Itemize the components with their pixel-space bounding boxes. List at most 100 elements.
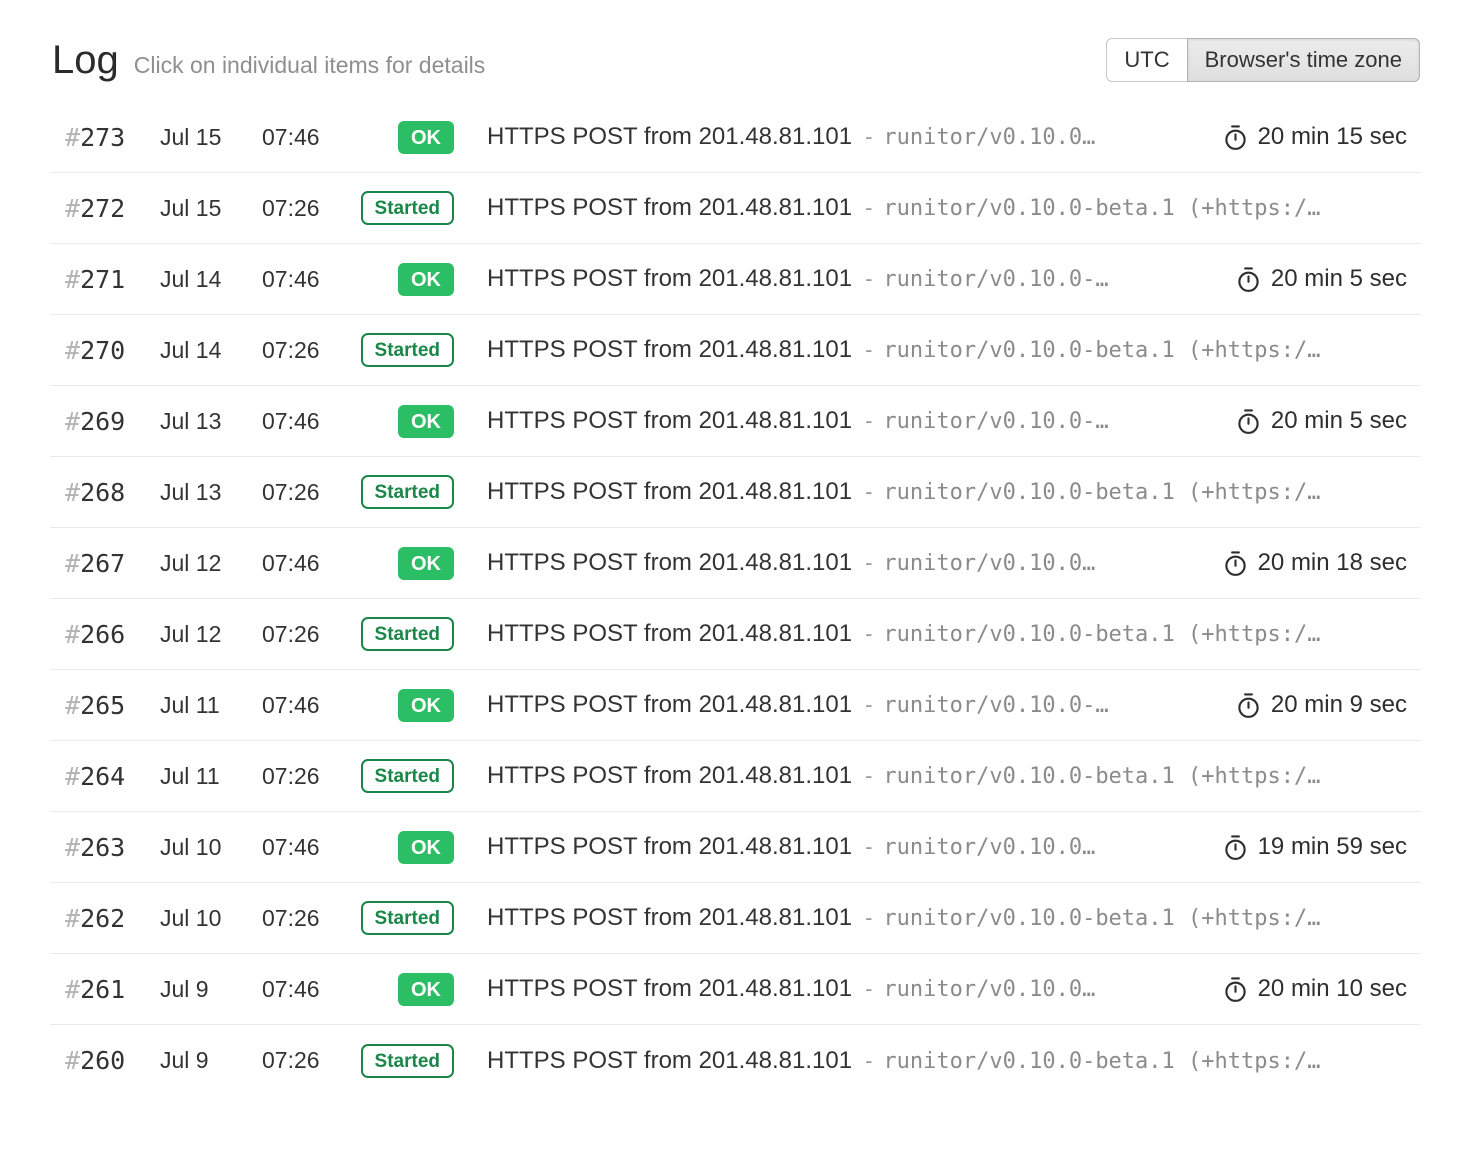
event-time: 07:46: [262, 692, 360, 719]
event-text: HTTPS POST from 201.48.81.101: [487, 123, 852, 151]
event-agent-separator: -: [865, 905, 872, 931]
event-number-hash: #: [65, 1046, 80, 1075]
event-text: HTTPS POST from 201.48.81.101: [487, 1047, 852, 1075]
event-description: HTTPS POST from 201.48.81.101 - runitor/…: [487, 265, 1221, 293]
event-time: 07:26: [262, 763, 360, 790]
utc-button[interactable]: UTC: [1106, 38, 1186, 82]
title-wrap: Log Click on individual items for detail…: [52, 40, 485, 80]
event-agent-separator: -: [865, 408, 872, 434]
event-agent-separator: -: [865, 834, 872, 860]
event-number: #270: [65, 336, 160, 365]
log-row[interactable]: #269 Jul 13 07:46 OK HTTPS POST from 201…: [50, 386, 1420, 457]
duration-text: 20 min 18 sec: [1258, 549, 1407, 577]
log-row[interactable]: #261 Jul 9 07:46 OK HTTPS POST from 201.…: [50, 954, 1420, 1025]
stopwatch-icon: [1235, 692, 1262, 719]
user-agent: runitor/v0.10.0-beta.1 (+https:/…: [883, 196, 1320, 221]
log-row[interactable]: #268 Jul 13 07:26 Started HTTPS POST fro…: [50, 457, 1420, 528]
page-subtitle: Click on individual items for details: [134, 52, 486, 79]
event-number: #266: [65, 620, 160, 649]
status-badge: Started: [361, 617, 454, 651]
event-number-hash: #: [65, 123, 80, 152]
browser-time-zone-button[interactable]: Browser's time zone: [1187, 38, 1420, 82]
log-row[interactable]: #271 Jul 14 07:46 OK HTTPS POST from 201…: [50, 244, 1420, 315]
event-time: 07:26: [262, 621, 360, 648]
log-table: #273 Jul 15 07:46 OK HTTPS POST from 201…: [50, 102, 1420, 1096]
event-agent-separator: -: [865, 976, 872, 1002]
page-title: Log: [52, 40, 119, 80]
status-badge: OK: [398, 263, 454, 296]
event-time: 07:46: [262, 834, 360, 861]
event-number-value: 265: [80, 691, 125, 720]
event-text: HTTPS POST from 201.48.81.101: [487, 549, 852, 577]
event-number-value: 272: [80, 194, 125, 223]
log-row[interactable]: #273 Jul 15 07:46 OK HTTPS POST from 201…: [50, 102, 1420, 173]
log-row[interactable]: #272 Jul 15 07:26 Started HTTPS POST fro…: [50, 173, 1420, 244]
user-agent: runitor/v0.10.0-beta.1 (+https:/…: [883, 622, 1320, 647]
status-badge: OK: [398, 547, 454, 580]
event-description: HTTPS POST from 201.48.81.101 - runitor/…: [487, 123, 1208, 151]
status-badge: Started: [361, 901, 454, 935]
event-number-value: 273: [80, 123, 125, 152]
event-number: #261: [65, 975, 160, 1004]
event-date: Jul 13: [160, 479, 262, 506]
event-time: 07:26: [262, 905, 360, 932]
log-row[interactable]: #270 Jul 14 07:26 Started HTTPS POST fro…: [50, 315, 1420, 386]
user-agent: runitor/v0.10.0-beta.1 (+https:/…: [883, 1049, 1320, 1074]
log-row[interactable]: #267 Jul 12 07:46 OK HTTPS POST from 201…: [50, 528, 1420, 599]
user-agent: runitor/v0.10.0-beta.1 (+https:/…: [883, 480, 1320, 505]
event-agent-separator: -: [865, 195, 872, 221]
event-number: #267: [65, 549, 160, 578]
event-date: Jul 15: [160, 124, 262, 151]
duration-text: 20 min 5 sec: [1271, 407, 1407, 435]
stopwatch-icon: [1222, 976, 1249, 1003]
user-agent: runitor/v0.10.0-…: [883, 409, 1108, 434]
event-agent-separator: -: [865, 479, 872, 505]
status-badge-cell: Started: [360, 759, 454, 793]
event-number-hash: #: [65, 904, 80, 933]
event-description: HTTPS POST from 201.48.81.101 - runitor/…: [487, 1047, 1407, 1075]
log-row[interactable]: #262 Jul 10 07:26 Started HTTPS POST fro…: [50, 883, 1420, 954]
event-date: Jul 9: [160, 976, 262, 1003]
event-number-hash: #: [65, 762, 80, 791]
duration-text: 20 min 10 sec: [1258, 975, 1407, 1003]
event-time: 07:26: [262, 1047, 360, 1074]
event-agent-separator: -: [865, 124, 872, 150]
status-badge-cell: OK: [360, 973, 454, 1006]
event-number-value: 264: [80, 762, 125, 791]
event-number-value: 266: [80, 620, 125, 649]
log-page: Log Click on individual items for detail…: [0, 0, 1470, 1096]
log-row[interactable]: #266 Jul 12 07:26 Started HTTPS POST fro…: [50, 599, 1420, 670]
event-date: Jul 10: [160, 834, 262, 861]
log-row[interactable]: #263 Jul 10 07:46 OK HTTPS POST from 201…: [50, 812, 1420, 883]
event-number-value: 268: [80, 478, 125, 507]
status-badge: Started: [361, 759, 454, 793]
duration-text: 20 min 9 sec: [1271, 691, 1407, 719]
log-row[interactable]: #264 Jul 11 07:26 Started HTTPS POST fro…: [50, 741, 1420, 812]
page-header: Log Click on individual items for detail…: [50, 38, 1420, 82]
event-number-value: 269: [80, 407, 125, 436]
event-time: 07:46: [262, 408, 360, 435]
event-number-hash: #: [65, 194, 80, 223]
user-agent: runitor/v0.10.0…: [883, 125, 1095, 150]
event-agent-separator: -: [865, 692, 872, 718]
status-badge: OK: [398, 973, 454, 1006]
status-badge-cell: OK: [360, 121, 454, 154]
event-date: Jul 9: [160, 1047, 262, 1074]
event-text: HTTPS POST from 201.48.81.101: [487, 762, 852, 790]
status-badge-cell: OK: [360, 689, 454, 722]
stopwatch-icon: [1235, 266, 1262, 293]
event-time: 07:26: [262, 195, 360, 222]
event-time: 07:46: [262, 550, 360, 577]
event-agent-separator: -: [865, 763, 872, 789]
stopwatch-icon: [1222, 834, 1249, 861]
status-badge-cell: Started: [360, 617, 454, 651]
event-number-value: 270: [80, 336, 125, 365]
status-badge: Started: [361, 1044, 454, 1078]
log-row[interactable]: #260 Jul 9 07:26 Started HTTPS POST from…: [50, 1025, 1420, 1096]
event-number-value: 261: [80, 975, 125, 1004]
duration: 20 min 9 sec: [1235, 691, 1407, 719]
event-number-value: 267: [80, 549, 125, 578]
duration-text: 20 min 15 sec: [1258, 123, 1407, 151]
event-text: HTTPS POST from 201.48.81.101: [487, 833, 852, 861]
log-row[interactable]: #265 Jul 11 07:46 OK HTTPS POST from 201…: [50, 670, 1420, 741]
